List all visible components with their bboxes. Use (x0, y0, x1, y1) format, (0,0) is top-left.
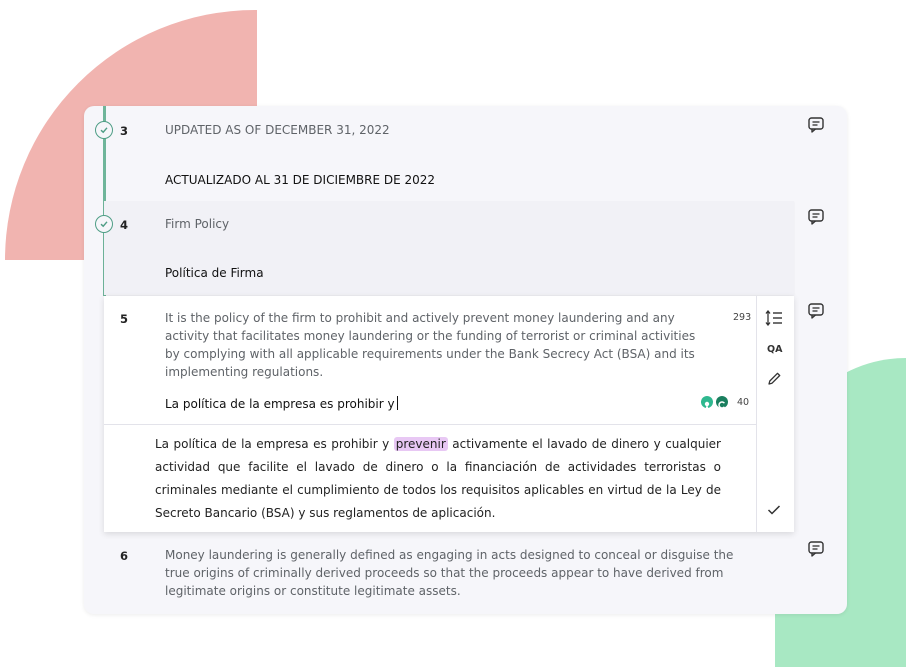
comment-icon[interactable] (807, 302, 825, 320)
confirmed-check-icon (95, 121, 113, 139)
segment-number: 4 (120, 218, 129, 232)
confirm-check-icon[interactable] (767, 504, 781, 516)
confirmed-check-icon (95, 215, 113, 233)
segment-number: 3 (120, 124, 129, 138)
target-text[interactable]: ACTUALIZADO AL 31 DE DICIEMBRE DE 2022 (165, 173, 435, 187)
target-input[interactable]: La política de la empresa es prohibir y (165, 396, 398, 411)
grammar-check-icon[interactable] (716, 396, 728, 409)
divider (104, 424, 756, 425)
target-char-count: 40 (737, 397, 750, 408)
divider (756, 296, 757, 532)
source-char-count: 293 (733, 312, 752, 323)
comment-icon[interactable] (807, 116, 825, 134)
text-cursor (396, 396, 398, 410)
target-text[interactable]: Política de Firma (165, 266, 264, 280)
source-text: UPDATED AS OF DECEMBER 31, 2022 (165, 123, 390, 137)
source-text: It is the policy of the firm to prohibit… (165, 311, 696, 379)
source-text: Money laundering is generally defined as… (165, 548, 734, 598)
suggestion-text[interactable]: La política de la empresa es prohibir y … (155, 433, 721, 525)
highlighted-word[interactable]: prevenir (393, 437, 448, 451)
source-text: Firm Policy (165, 217, 230, 231)
segment-number: 6 (120, 549, 129, 563)
lightbulb-icon[interactable] (701, 396, 713, 409)
comment-icon[interactable] (807, 208, 825, 226)
edit-pencil-icon[interactable] (767, 371, 782, 386)
segment-number: 5 (120, 312, 129, 326)
line-spacing-icon[interactable] (765, 310, 783, 326)
qa-button[interactable]: QA (767, 344, 782, 355)
comment-icon[interactable] (807, 540, 825, 558)
